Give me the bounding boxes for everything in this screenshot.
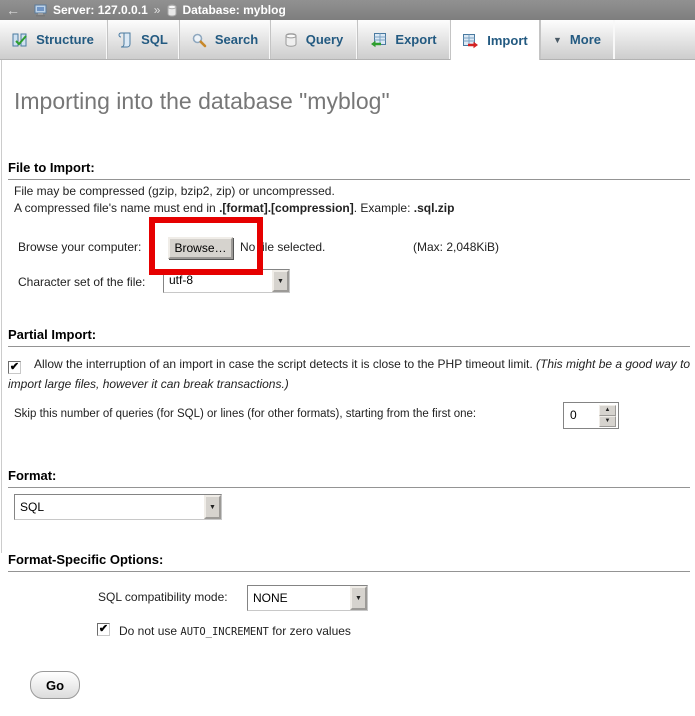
chevron-down-icon: ▼ bbox=[272, 270, 289, 292]
allow-interruption-checkbox[interactable]: ✔ bbox=[8, 361, 21, 374]
spinner-up-icon[interactable]: ▲ bbox=[599, 405, 616, 416]
section-heading-partial-import: Partial Import: bbox=[8, 327, 690, 347]
content-left-border bbox=[1, 60, 2, 553]
breadcrumb-separator: » bbox=[154, 3, 161, 17]
tab-more-label: More bbox=[570, 32, 601, 47]
tab-sql[interactable]: SQL bbox=[107, 20, 179, 59]
tab-query[interactable]: Query bbox=[270, 20, 357, 59]
tab-sql-label: SQL bbox=[141, 32, 168, 47]
server-icon bbox=[34, 4, 49, 17]
sql-compat-select[interactable]: NONE ▼ bbox=[247, 585, 368, 611]
tab-more[interactable]: ▼ More bbox=[540, 20, 614, 59]
breadcrumb-database-label: Database: myblog bbox=[182, 3, 285, 17]
allow-interruption-row: ✔ Allow the interruption of an import in … bbox=[8, 354, 692, 394]
more-caret-icon: ▼ bbox=[553, 35, 562, 45]
import-icon bbox=[462, 33, 479, 49]
format-select-value: SQL bbox=[15, 495, 204, 519]
tab-query-label: Query bbox=[306, 32, 344, 47]
sql-compat-label: SQL compatibility mode: bbox=[98, 590, 228, 604]
section-heading-format: Format: bbox=[8, 468, 690, 488]
tab-export-label: Export bbox=[395, 32, 436, 47]
back-arrow-icon[interactable]: ← bbox=[6, 1, 28, 19]
no-autoincrement-label: Do not use AUTO_INCREMENT for zero value… bbox=[119, 624, 351, 638]
tab-structure[interactable]: Structure bbox=[0, 20, 107, 59]
structure-icon bbox=[12, 32, 28, 48]
tab-export[interactable]: Export bbox=[357, 20, 450, 59]
query-icon bbox=[284, 32, 298, 48]
format-select[interactable]: SQL ▼ bbox=[14, 494, 222, 520]
compression-hint-line2: A compressed file's name must end in .[f… bbox=[14, 201, 454, 215]
tab-strip: Structure SQL Search Query Export Import… bbox=[0, 20, 695, 60]
compression-hint-line1: File may be compressed (gzip, bzip2, zip… bbox=[14, 184, 335, 198]
allow-interruption-label: Allow the interruption of an import in c… bbox=[34, 357, 536, 371]
export-icon bbox=[370, 32, 387, 48]
phpmyadmin-import-page: ← Server: 127.0.0.1 » Database: myblog S… bbox=[0, 0, 695, 716]
import-panel: Importing into the database "myblog" Fil… bbox=[0, 60, 695, 716]
tab-search[interactable]: Search bbox=[179, 20, 270, 59]
skip-queries-input[interactable]: 0 ▲ ▼ bbox=[563, 402, 619, 429]
database-icon bbox=[166, 4, 178, 17]
skip-queries-value: 0 bbox=[564, 403, 599, 428]
page-title: Importing into the database "myblog" bbox=[14, 88, 390, 115]
max-size-text: (Max: 2,048KiB) bbox=[413, 240, 499, 254]
tab-search-label: Search bbox=[215, 32, 258, 47]
section-heading-file-to-import: File to Import: bbox=[8, 160, 690, 180]
tab-import-label: Import bbox=[487, 33, 527, 48]
search-icon bbox=[191, 32, 207, 48]
chevron-down-icon: ▼ bbox=[204, 495, 221, 519]
chevron-down-icon: ▼ bbox=[350, 586, 367, 610]
sql-icon bbox=[118, 32, 133, 48]
annotation-red-box bbox=[149, 217, 263, 275]
breadcrumb-database[interactable]: Database: myblog bbox=[166, 3, 285, 17]
breadcrumb-server[interactable]: Server: 127.0.0.1 bbox=[34, 3, 148, 17]
go-button[interactable]: Go bbox=[30, 671, 80, 699]
charset-label: Character set of the file: bbox=[18, 275, 145, 289]
no-autoincrement-checkbox[interactable]: ✔ bbox=[97, 623, 110, 636]
tab-import[interactable]: Import bbox=[450, 20, 540, 61]
section-heading-format-specific: Format-Specific Options: bbox=[8, 552, 690, 572]
skip-queries-label: Skip this number of queries (for SQL) or… bbox=[14, 408, 476, 420]
tab-strip-filler bbox=[614, 20, 695, 59]
spinner-down-icon[interactable]: ▼ bbox=[599, 416, 616, 427]
breadcrumb-bar: ← Server: 127.0.0.1 » Database: myblog bbox=[0, 0, 695, 20]
browse-label: Browse your computer: bbox=[18, 240, 141, 254]
sql-compat-select-value: NONE bbox=[248, 586, 350, 610]
breadcrumb-server-label: Server: 127.0.0.1 bbox=[53, 3, 148, 17]
tab-structure-label: Structure bbox=[36, 32, 94, 47]
